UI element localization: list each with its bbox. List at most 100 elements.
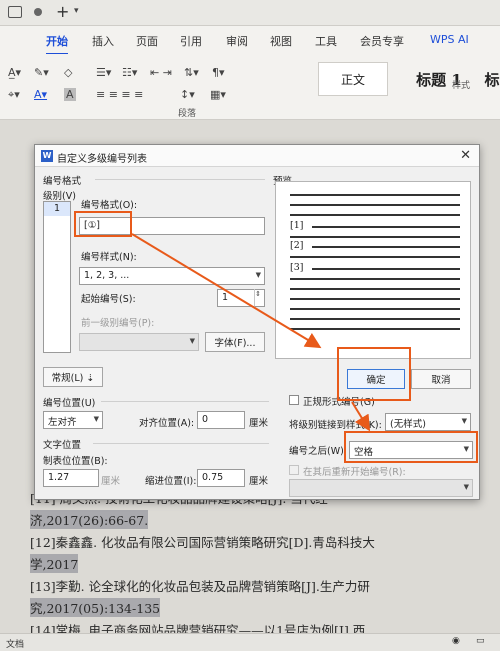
start-at-spinner[interactable]: ⇕ <box>254 289 264 307</box>
ribbon-tabs: 开始 插入 页面 引用 审阅 视图 工具 会员专享 WPS AI <box>0 26 500 55</box>
eye-icon[interactable]: ◉ <box>452 636 460 646</box>
preview-line <box>312 246 460 248</box>
layout-icon[interactable]: ▭ <box>476 636 485 646</box>
style-heading1[interactable]: 标题 1 <box>394 62 484 96</box>
preview-number: [1] <box>290 220 304 231</box>
preview-line <box>290 256 460 258</box>
preview-pane: [1] [2] [3] <box>275 181 471 359</box>
start-at-label: 起始编号(S): <box>81 294 136 305</box>
link-style-select[interactable]: (无样式) ▼ <box>385 413 471 431</box>
title-bar: + ▾ <box>0 0 500 26</box>
indent-at-value: 0.75 <box>202 472 224 483</box>
sort-icon[interactable]: ⇅▾ <box>184 66 199 79</box>
preview-line <box>290 194 460 196</box>
preview-line <box>290 298 460 300</box>
preview-line <box>290 308 460 310</box>
preview-line <box>290 278 460 280</box>
aligned-at-input[interactable]: 0 <box>197 411 245 429</box>
tab-view[interactable]: 视图 <box>270 33 292 49</box>
link-style-label: 将级别链接到样式(K): <box>289 420 382 431</box>
start-at-input[interactable]: 1 ⇕ <box>217 289 265 307</box>
normal-button[interactable]: 常规(L) ⇣ <box>43 367 103 387</box>
chevron-down-icon[interactable]: ▾ <box>74 6 79 16</box>
annotation-box-follow-number <box>344 431 478 463</box>
style-next-label: 标 <box>484 70 500 89</box>
doc-line: [13]李勤. 论全球化的化妆品包装及品牌营销策略[J].生产力研 <box>30 579 370 594</box>
start-at-value: 1 <box>222 292 229 303</box>
number-style-label: 编号样式(N): <box>81 252 137 263</box>
bullets-icon[interactable]: ☰▾ <box>96 66 111 79</box>
preview-line <box>290 214 460 216</box>
unit-label: 厘米 <box>249 418 269 429</box>
border-icon[interactable]: ▦▾ <box>210 88 226 101</box>
follow-number-label: 编号之后(W): <box>289 446 348 457</box>
status-bar: 文档 ◉ ▭ <box>0 633 500 651</box>
aligned-at-value: 0 <box>202 414 209 425</box>
group-text-position: 文字位置 <box>43 440 82 451</box>
preview-number: [3] <box>290 262 304 273</box>
align-left-icon[interactable]: ≡ ≡ ≡ ≡ <box>96 88 143 101</box>
line-spacing-icon[interactable]: ↕▾ <box>180 88 195 101</box>
cancel-button[interactable]: 取消 <box>411 369 471 389</box>
indent-at-label: 缩进位置(I): <box>145 476 197 487</box>
prev-level-label: 前一级别编号(P): <box>81 318 155 329</box>
legal-numbering-checkbox[interactable] <box>289 395 299 405</box>
chevron-down-icon: ▼ <box>461 417 467 425</box>
style-next[interactable]: 标 <box>484 62 500 96</box>
numbering-icon[interactable]: ☷▾ <box>122 66 137 79</box>
preview-number: [2] <box>290 240 304 251</box>
number-style-select[interactable]: 1, 2, 3, ... ▼ <box>79 267 265 285</box>
tab-review[interactable]: 审阅 <box>226 33 248 49</box>
show-marks-icon[interactable]: ¶▾ <box>212 66 225 79</box>
level-label: 级别(V) <box>43 191 76 202</box>
tab-wps-ai[interactable]: WPS AI <box>430 33 469 46</box>
divider <box>95 179 265 180</box>
level-item[interactable]: 1 <box>44 202 70 216</box>
annotation-box-number-format <box>74 211 132 237</box>
font-color-icon[interactable]: A▾ <box>34 88 47 101</box>
font-button[interactable]: 字体(F)... <box>205 332 265 352</box>
chevron-down-icon: ▼ <box>255 271 261 279</box>
highlight-icon[interactable]: ✎▾ <box>34 66 49 79</box>
link-style-value: (无样式) <box>390 419 426 430</box>
alignment-select[interactable]: 左对齐 ▼ <box>43 411 103 429</box>
tab-position-input[interactable]: 1.27 <box>43 469 99 487</box>
doc-line: 济,2017(26):66-67. <box>30 510 149 529</box>
ribbon: A̲▾ ✎▾ ◇ ⌖▾ A▾ A ☰▾ ☷▾ ⇤ ⇥ ⇅▾ ¶▾ ≡ ≡ ≡ ≡… <box>0 54 500 120</box>
tab-insert[interactable]: 插入 <box>92 33 114 49</box>
tab-position-value: 1.27 <box>48 472 70 483</box>
chevron-down-icon: ▼ <box>463 483 469 491</box>
annotation-box-ok <box>337 347 411 401</box>
tab-home[interactable]: 开始 <box>46 33 68 55</box>
chevron-down-icon: ▼ <box>93 415 99 423</box>
indent-icon[interactable]: ⇤ ⇥ <box>150 66 172 79</box>
dialog-title: 自定义多级编号列表 <box>57 154 147 165</box>
preview-line <box>290 204 460 206</box>
align-icon[interactable]: A̲▾ <box>8 66 21 79</box>
number-style-value: 1, 2, 3, ... <box>84 270 130 281</box>
restart-numbering-label: 在其后重新开始编号(R): <box>303 467 406 478</box>
section-styles-label: 样式 <box>452 81 471 91</box>
tab-references[interactable]: 引用 <box>180 33 202 49</box>
level-list[interactable]: 1 <box>43 201 71 353</box>
unit-label: 厘米 <box>101 476 121 487</box>
window-icon[interactable] <box>8 6 22 18</box>
chevron-down-icon: ▼ <box>189 337 195 345</box>
char-shading-icon[interactable]: A <box>64 88 76 101</box>
tab-tools[interactable]: 工具 <box>315 33 337 49</box>
close-icon[interactable]: ✕ <box>460 148 471 163</box>
group-number-position: 编号位置(U) <box>43 398 96 409</box>
restart-numbering-checkbox <box>289 465 299 475</box>
tab-position-label: 制表位位置(B): <box>43 456 108 467</box>
style-normal[interactable]: 正文 <box>318 62 388 96</box>
wps-writer-icon: W <box>41 150 53 162</box>
paint-icon[interactable]: ⌖▾ <box>8 88 20 102</box>
tab-member[interactable]: 会员专享 <box>360 33 404 49</box>
preview-line <box>290 288 460 290</box>
aligned-at-label: 对齐位置(A): <box>139 418 195 429</box>
eraser-icon[interactable]: ◇ <box>64 66 72 79</box>
indent-at-input[interactable]: 0.75 <box>197 469 245 487</box>
new-tab-plus-icon[interactable]: + <box>56 2 69 21</box>
preview-line <box>290 318 460 320</box>
tab-page[interactable]: 页面 <box>136 33 158 49</box>
